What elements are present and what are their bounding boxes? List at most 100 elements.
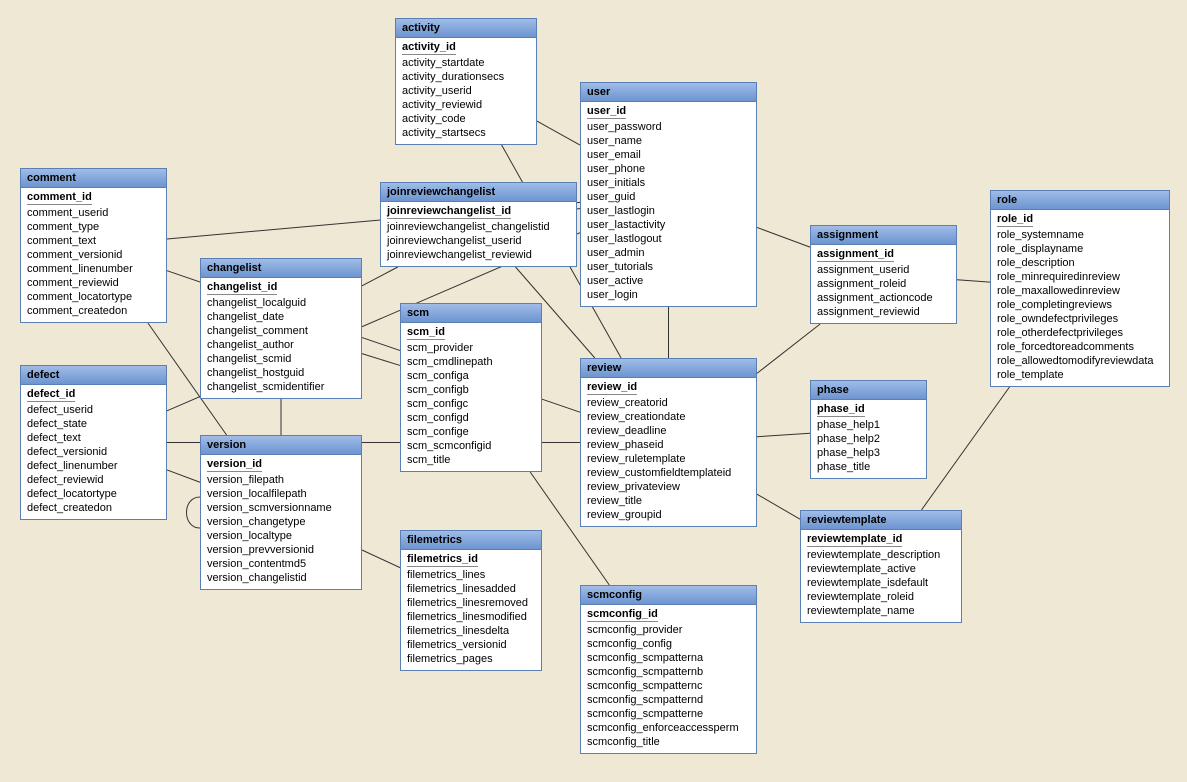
column: filemetrics_linesadded: [407, 582, 535, 596]
er-diagram-canvas[interactable]: activityactivity_idactivity_startdateact…: [0, 0, 1187, 782]
column: role_displayname: [997, 242, 1163, 256]
entity-header-version[interactable]: version: [201, 436, 361, 455]
pk-assignment: assignment_id: [817, 247, 894, 262]
column: phase_help1: [817, 418, 920, 432]
entity-header-role[interactable]: role: [991, 191, 1169, 210]
column: version_scmversionname: [207, 501, 355, 515]
entity-body-review: review_idreview_creatoridreview_creation…: [581, 378, 756, 526]
entity-header-scm[interactable]: scm: [401, 304, 541, 323]
column: comment_locatortype: [27, 290, 160, 304]
column: user_guid: [587, 190, 750, 204]
column: defect_reviewid: [27, 473, 160, 487]
entity-user[interactable]: useruser_iduser_passworduser_nameuser_em…: [580, 82, 757, 307]
entity-comment[interactable]: commentcomment_idcomment_useridcomment_t…: [20, 168, 167, 323]
column: review_deadline: [587, 424, 750, 438]
column: user_name: [587, 134, 750, 148]
column: phase_help3: [817, 446, 920, 460]
entity-scmconfig[interactable]: scmconfigscmconfig_idscmconfig_providers…: [580, 585, 757, 754]
entity-filemetrics[interactable]: filemetricsfilemetrics_idfilemetrics_lin…: [400, 530, 542, 671]
column: comment_text: [27, 234, 160, 248]
column: assignment_reviewid: [817, 305, 950, 319]
column: version_contentmd5: [207, 557, 355, 571]
entity-header-joinreviewchangelist[interactable]: joinreviewchangelist: [381, 183, 576, 202]
column: changelist_scmidentifier: [207, 380, 355, 394]
column: review_ruletemplate: [587, 452, 750, 466]
column: version_changelistid: [207, 571, 355, 585]
column: defect_createdon: [27, 501, 160, 515]
entity-phase[interactable]: phasephase_idphase_help1phase_help2phase…: [810, 380, 927, 479]
entity-review[interactable]: reviewreview_idreview_creatoridreview_cr…: [580, 358, 757, 527]
entity-activity[interactable]: activityactivity_idactivity_startdateact…: [395, 18, 537, 145]
pk-defect: defect_id: [27, 387, 75, 402]
entity-role[interactable]: rolerole_idrole_systemnamerole_displayna…: [990, 190, 1170, 387]
entity-header-scmconfig[interactable]: scmconfig: [581, 586, 756, 605]
column: filemetrics_linesremoved: [407, 596, 535, 610]
column: defect_versionid: [27, 445, 160, 459]
pk-reviewtemplate: reviewtemplate_id: [807, 532, 902, 547]
entity-header-review[interactable]: review: [581, 359, 756, 378]
entity-header-comment[interactable]: comment: [21, 169, 166, 188]
column: reviewtemplate_active: [807, 562, 955, 576]
column: comment_userid: [27, 206, 160, 220]
pk-role: role_id: [997, 212, 1033, 227]
pk-activity: activity_id: [402, 40, 456, 55]
entity-header-phase[interactable]: phase: [811, 381, 926, 400]
entity-header-activity[interactable]: activity: [396, 19, 536, 38]
entity-body-scm: scm_idscm_providerscm_cmdlinepathscm_con…: [401, 323, 541, 471]
column: activity_userid: [402, 84, 530, 98]
entity-body-filemetrics: filemetrics_idfilemetrics_linesfilemetri…: [401, 550, 541, 670]
column: user_active: [587, 274, 750, 288]
entity-body-version: version_idversion_filepathversion_localf…: [201, 455, 361, 589]
column: role_description: [997, 256, 1163, 270]
column: scm_provider: [407, 341, 535, 355]
entity-assignment[interactable]: assignmentassignment_idassignment_userid…: [810, 225, 957, 324]
column: role_allowedtomodifyreviewdata: [997, 354, 1163, 368]
entity-version[interactable]: versionversion_idversion_filepathversion…: [200, 435, 362, 590]
column: role_maxallowedinreview: [997, 284, 1163, 298]
entity-defect[interactable]: defectdefect_iddefect_useriddefect_state…: [20, 365, 167, 520]
entity-header-defect[interactable]: defect: [21, 366, 166, 385]
entity-body-joinreviewchangelist: joinreviewchangelist_idjoinreviewchangel…: [381, 202, 576, 266]
entity-header-assignment[interactable]: assignment: [811, 226, 956, 245]
column: reviewtemplate_description: [807, 548, 955, 562]
entity-header-user[interactable]: user: [581, 83, 756, 102]
column: version_localtype: [207, 529, 355, 543]
entity-header-changelist[interactable]: changelist: [201, 259, 361, 278]
column: user_lastlogin: [587, 204, 750, 218]
column: review_creationdate: [587, 410, 750, 424]
column: scm_scmconfigid: [407, 439, 535, 453]
entity-body-defect: defect_iddefect_useriddefect_statedefect…: [21, 385, 166, 519]
entity-joinreviewchangelist[interactable]: joinreviewchangelistjoinreviewchangelist…: [380, 182, 577, 267]
column: changelist_author: [207, 338, 355, 352]
column: assignment_actioncode: [817, 291, 950, 305]
column: comment_createdon: [27, 304, 160, 318]
column: user_password: [587, 120, 750, 134]
column: reviewtemplate_isdefault: [807, 576, 955, 590]
entity-header-filemetrics[interactable]: filemetrics: [401, 531, 541, 550]
entity-body-phase: phase_idphase_help1phase_help2phase_help…: [811, 400, 926, 478]
entity-scm[interactable]: scmscm_idscm_providerscm_cmdlinepathscm_…: [400, 303, 542, 472]
column: assignment_roleid: [817, 277, 950, 291]
column: filemetrics_linesdelta: [407, 624, 535, 638]
entity-changelist[interactable]: changelistchangelist_idchangelist_localg…: [200, 258, 362, 399]
column: scm_title: [407, 453, 535, 467]
column: changelist_hostguid: [207, 366, 355, 380]
entity-body-scmconfig: scmconfig_idscmconfig_providerscmconfig_…: [581, 605, 756, 753]
column: review_privateview: [587, 480, 750, 494]
column: filemetrics_lines: [407, 568, 535, 582]
entity-body-activity: activity_idactivity_startdateactivity_du…: [396, 38, 536, 144]
column: review_phaseid: [587, 438, 750, 452]
column: user_lastlogout: [587, 232, 750, 246]
entity-header-reviewtemplate[interactable]: reviewtemplate: [801, 511, 961, 530]
column: review_creatorid: [587, 396, 750, 410]
column: scmconfig_title: [587, 735, 750, 749]
column: comment_versionid: [27, 248, 160, 262]
column: comment_linenumber: [27, 262, 160, 276]
entity-reviewtemplate[interactable]: reviewtemplatereviewtemplate_idreviewtem…: [800, 510, 962, 623]
column: defect_locatortype: [27, 487, 160, 501]
entity-body-assignment: assignment_idassignment_useridassignment…: [811, 245, 956, 323]
column: user_phone: [587, 162, 750, 176]
column: assignment_userid: [817, 263, 950, 277]
column: role_forcedtoreadcomments: [997, 340, 1163, 354]
column: joinreviewchangelist_userid: [387, 234, 570, 248]
